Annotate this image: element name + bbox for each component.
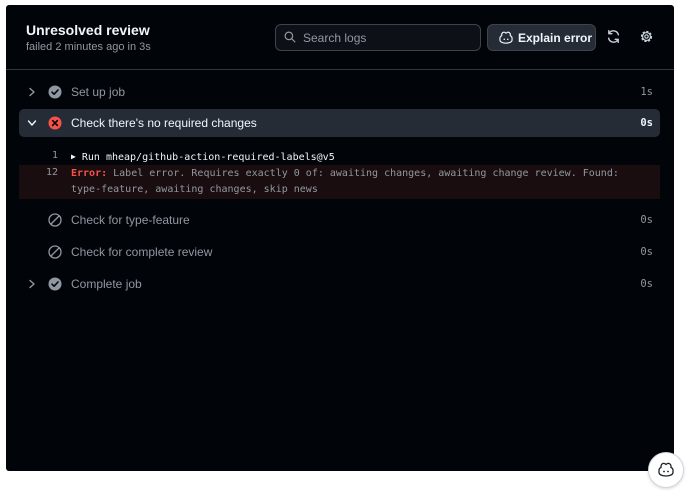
chevron-right-icon <box>29 87 35 97</box>
log-error-text: Error: Label error. Requires exactly 0 o… <box>71 166 646 198</box>
log-line-run: 1 ▶ Run mheap/github-action-required-lab… <box>19 150 660 166</box>
search-placeholder: Search logs <box>303 31 367 45</box>
step-name: Complete job <box>71 277 142 291</box>
step-duration: 0s <box>640 117 653 129</box>
step-name: Check there's no required changes <box>71 116 257 130</box>
copilot-chat-button[interactable] <box>648 452 684 488</box>
triangle-right-icon[interactable]: ▶ <box>71 152 76 161</box>
copilot-icon <box>658 462 674 477</box>
step-duration: 0s <box>640 278 653 290</box>
step-name: Set up job <box>71 85 126 99</box>
log-line-number: 1 <box>51 150 58 161</box>
explain-error-label: Explain error <box>518 31 593 45</box>
log-line-number: 12 <box>45 167 58 178</box>
check-circle-icon <box>48 277 62 291</box>
job-header: Unresolved review failed 2 minutes ago i… <box>6 5 674 70</box>
step-duration: 0s <box>640 214 653 226</box>
step-name: Check for type-feature <box>71 213 190 227</box>
error-message: Label error. Requires exactly 0 of: awai… <box>71 168 619 195</box>
log-line-error: 12 Error: Label error. Requires exactly … <box>19 165 660 199</box>
settings-button[interactable] <box>636 26 658 48</box>
step-duration: 0s <box>640 246 653 258</box>
search-icon <box>284 31 296 43</box>
step-check-type-feature[interactable]: Check for type-feature 0s <box>19 206 660 234</box>
error-keyword: Error: <box>71 168 108 179</box>
check-circle-icon <box>48 85 62 99</box>
step-complete-job[interactable]: Complete job 0s <box>19 270 660 298</box>
skip-icon <box>48 213 62 227</box>
refresh-icon <box>607 29 620 44</box>
x-circle-icon <box>48 116 62 130</box>
step-name: Check for complete review <box>71 245 213 259</box>
copilot-icon <box>499 31 513 44</box>
job-title: Unresolved review <box>26 22 150 38</box>
job-status-subtitle: failed 2 minutes ago in 3s <box>26 41 151 53</box>
step-duration: 1s <box>640 86 653 98</box>
job-log-panel: Unresolved review failed 2 minutes ago i… <box>6 5 674 471</box>
gear-icon <box>640 30 653 43</box>
step-set-up-job[interactable]: Set up job 1s <box>19 78 660 106</box>
search-logs-input[interactable]: Search logs <box>275 24 481 51</box>
chevron-down-icon <box>27 120 37 126</box>
step-check-required-changes[interactable]: Check there's no required changes 0s <box>19 109 660 137</box>
log-run-command: Run mheap/github-action-required-labels@… <box>81 152 335 163</box>
explain-error-button[interactable]: Explain error <box>487 24 596 51</box>
refresh-button[interactable] <box>603 26 625 48</box>
skip-icon <box>48 245 62 259</box>
log-run-text: ▶ Run mheap/github-action-required-label… <box>71 150 646 166</box>
step-check-complete-review[interactable]: Check for complete review 0s <box>19 238 660 266</box>
chevron-right-icon <box>29 279 35 289</box>
